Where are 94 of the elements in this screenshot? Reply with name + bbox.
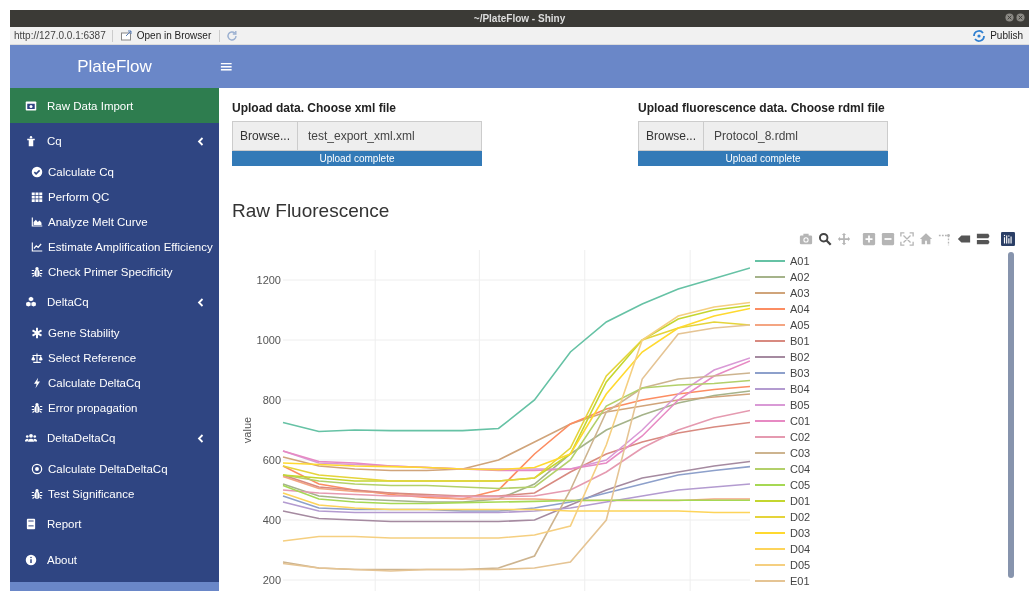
- zoom-out-icon[interactable]: [881, 232, 895, 246]
- browse-button[interactable]: Browse...: [232, 121, 297, 151]
- submenu-item[interactable]: Perform QC: [10, 184, 219, 209]
- legend-item[interactable]: C03: [755, 445, 1008, 461]
- legend-item[interactable]: A05: [755, 317, 1008, 333]
- menu-toggle[interactable]: ≡: [213, 58, 240, 75]
- legend-item[interactable]: E01: [755, 573, 1008, 589]
- y-tick-label: 600: [262, 454, 281, 466]
- legend-item[interactable]: C01: [755, 413, 1008, 429]
- sidebar-item[interactable]: DeltaCq: [10, 284, 219, 320]
- spike-lines-icon[interactable]: [938, 232, 952, 246]
- submenu-item[interactable]: Gene Stability: [10, 320, 219, 345]
- grid-icon: [31, 190, 43, 203]
- legend-item[interactable]: C04: [755, 461, 1008, 477]
- legend-item[interactable]: D05: [755, 557, 1008, 573]
- close-window-icon[interactable]: [1016, 13, 1025, 22]
- legend-item[interactable]: C05: [755, 477, 1008, 493]
- y-tick-label: 400: [262, 514, 281, 526]
- url-text: http://127.0.0.1:6387: [14, 30, 106, 41]
- submenu-item[interactable]: Test Significance: [10, 481, 219, 506]
- y-tick-label: 1000: [256, 334, 281, 346]
- sidebar-item[interactable]: Cq: [10, 123, 219, 159]
- bug-icon: [31, 265, 43, 278]
- caret-icon: [197, 297, 204, 307]
- file-name-field[interactable]: Protocol_8.rdml: [703, 121, 888, 151]
- bar-chart-logo-icon[interactable]: [1001, 232, 1015, 246]
- sidebar-item[interactable]: About: [10, 542, 219, 578]
- window-title: ~/PlateFlow - Shiny: [473, 13, 566, 24]
- compare-icon[interactable]: [976, 232, 990, 246]
- legend-item[interactable]: B05: [755, 397, 1008, 413]
- legend-item[interactable]: B02: [755, 349, 1008, 365]
- legend-item[interactable]: A01: [755, 253, 1008, 269]
- home-icon[interactable]: [919, 232, 933, 246]
- bug-icon: [31, 487, 43, 500]
- submenu-item[interactable]: Error propagation: [10, 395, 219, 420]
- caret-icon: [197, 433, 204, 443]
- browser-window-icon: [120, 30, 133, 41]
- browse-button[interactable]: Browse...: [638, 121, 703, 151]
- legend-item[interactable]: B01: [755, 333, 1008, 349]
- publish-icon: [972, 29, 987, 42]
- submenu-item[interactable]: Calculate DeltaCq: [10, 370, 219, 395]
- check-circle-icon: [31, 165, 43, 178]
- users-icon: [25, 432, 37, 444]
- legend-item[interactable]: A04: [755, 301, 1008, 317]
- legend-item[interactable]: D04: [755, 541, 1008, 557]
- zoom-icon[interactable]: [818, 232, 832, 246]
- submenu-item[interactable]: Calculate DeltaDeltaCq: [10, 456, 219, 481]
- asterisk-icon: [31, 326, 43, 339]
- legend-item[interactable]: D01: [755, 493, 1008, 509]
- submenu-item[interactable]: Calculate Cq: [10, 159, 219, 184]
- autoscale-icon[interactable]: [900, 232, 914, 246]
- sidebar-item[interactable]: Raw Data Import: [10, 88, 219, 123]
- line-chart-icon: [31, 240, 43, 253]
- upload-label: Upload data. Choose xml file: [232, 101, 398, 115]
- upload-status: Upload complete: [724, 152, 802, 166]
- open-in-browser-button[interactable]: Open in Browser: [118, 30, 214, 41]
- publish-button[interactable]: Publish: [970, 29, 1025, 42]
- submenu-item[interactable]: Analyze Melt Curve: [10, 209, 219, 234]
- y-tick-label: 1200: [256, 274, 281, 286]
- scrollbar[interactable]: [1008, 252, 1014, 578]
- caret-icon: [197, 136, 204, 146]
- cubes-icon: [25, 296, 37, 308]
- upload-status: Upload complete: [318, 152, 396, 166]
- y-tick-label: 200: [262, 574, 281, 586]
- figure-icon: [25, 135, 37, 147]
- legend-item[interactable]: D03: [755, 525, 1008, 541]
- sidebar-item[interactable]: Report: [10, 506, 219, 542]
- file-name-field[interactable]: test_export_xml.xml: [297, 121, 482, 151]
- app-logo: PlateFlow: [76, 55, 153, 78]
- info-circle-icon: [25, 554, 37, 566]
- y-axis-title: value: [241, 416, 253, 444]
- legend-item[interactable]: C02: [755, 429, 1008, 445]
- submenu-item[interactable]: Check Primer Specificity: [10, 259, 219, 284]
- y-tick-label: 800: [262, 394, 281, 406]
- legend-item[interactable]: B03: [755, 365, 1008, 381]
- upload-label: Upload fluorescence data. Choose rdml file: [638, 101, 886, 115]
- legend-item[interactable]: D02: [755, 509, 1008, 525]
- section-title: Raw Fluorescence: [232, 200, 390, 222]
- book-icon: [25, 518, 37, 530]
- legend-item[interactable]: B04: [755, 381, 1008, 397]
- target-icon: [31, 462, 43, 475]
- legend-item[interactable]: A02: [755, 269, 1008, 285]
- camera-icon[interactable]: [799, 232, 813, 246]
- submenu-item[interactable]: Select Reference: [10, 345, 219, 370]
- bug-icon: [31, 401, 43, 414]
- legend-item[interactable]: A03: [755, 285, 1008, 301]
- submenu-item[interactable]: Estimate Amplification Efficiency: [10, 234, 219, 259]
- refresh-icon[interactable]: [226, 29, 239, 42]
- pan-icon[interactable]: [837, 232, 851, 246]
- zoom-in-icon[interactable]: [862, 232, 876, 246]
- balance-scale-icon: [31, 351, 43, 364]
- window-icon: [25, 99, 37, 112]
- area-chart-icon: [31, 215, 43, 228]
- sidebar-item[interactable]: DeltaDeltaCq: [10, 420, 219, 456]
